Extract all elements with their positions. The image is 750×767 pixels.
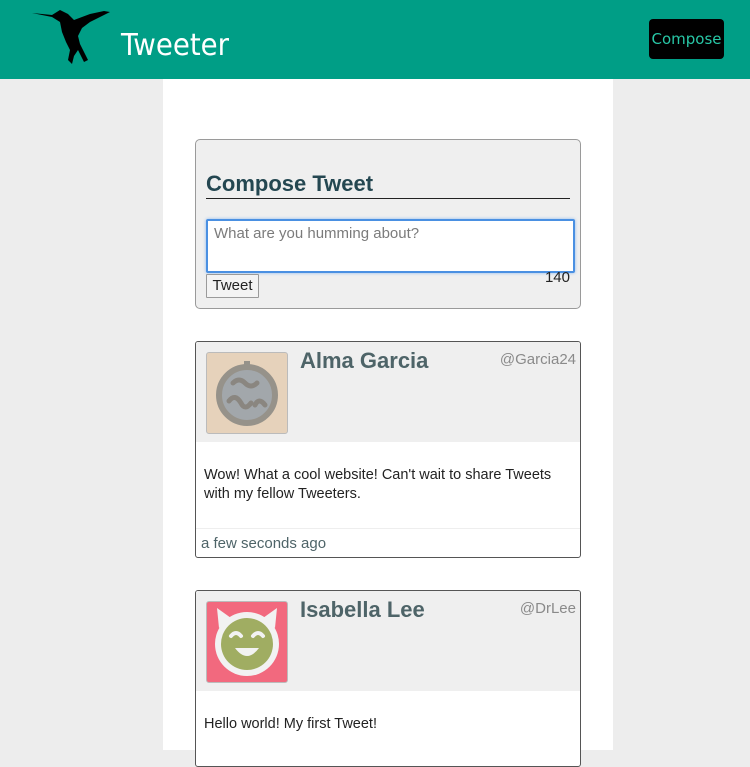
tweet-header: Isabella Lee @DrLee: [196, 591, 580, 691]
tweet-footer: a few seconds ago: [196, 528, 580, 557]
tweet-card: Alma Garcia @Garcia24 Wow! What a cool w…: [195, 341, 581, 558]
tweet-header: Alma Garcia @Garcia24: [196, 342, 580, 442]
tweet-timestamp: a few seconds ago: [201, 535, 327, 552]
tweet-author-name: Alma Garcia: [300, 348, 429, 373]
avatar: [206, 601, 288, 683]
tweet-body-text: Hello world! My first Tweet!: [204, 716, 377, 732]
smiley-face-icon: [216, 361, 278, 426]
tweet-author-name: Isabella Lee: [300, 597, 425, 622]
tweet-author-handle: @Garcia24: [499, 351, 576, 368]
tweet-card: Isabella Lee @DrLee Hello world! My firs…: [195, 590, 581, 767]
avatar: [206, 352, 288, 434]
hummingbird-icon: [32, 10, 110, 64]
tweet-text-input[interactable]: [206, 219, 575, 273]
devil-face-icon: [215, 608, 279, 676]
top-navbar: Tweeter Compose: [0, 0, 750, 79]
compose-nav-button[interactable]: Compose: [649, 19, 724, 59]
compose-title: Compose Tweet: [206, 170, 570, 199]
brand-title[interactable]: Tweeter: [121, 27, 229, 65]
compose-tweet-panel: Compose Tweet Tweet 140: [195, 139, 581, 309]
main-column: Compose Tweet Tweet 140 Alma Garcia @Gar…: [163, 79, 613, 767]
tweet-submit-button[interactable]: Tweet: [206, 274, 259, 298]
character-counter: 140: [544, 269, 570, 286]
tweet-author-handle: @DrLee: [519, 600, 576, 617]
tweet-body-text: Wow! What a cool website! Can't wait to …: [204, 467, 552, 502]
